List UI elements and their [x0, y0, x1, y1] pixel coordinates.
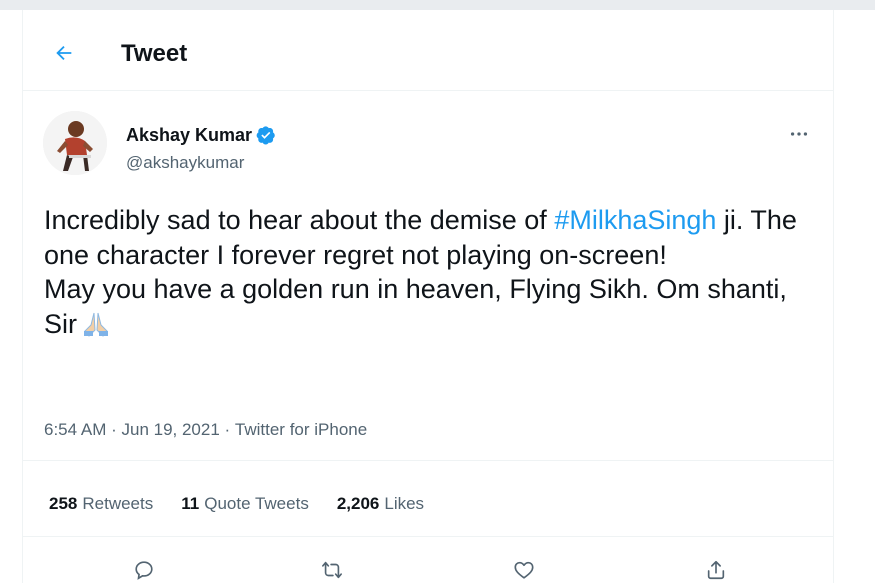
- arrow-left-icon: [56, 45, 72, 61]
- folded-hands-emoji: [81, 311, 111, 346]
- tweet-text-part: May you have a golden run in heaven, Fly…: [44, 274, 787, 339]
- like-button[interactable]: [509, 555, 539, 585]
- retweet-button[interactable]: [317, 555, 347, 585]
- hashtag-link[interactable]: #MilkhaSingh: [554, 205, 716, 235]
- avatar-image: [43, 111, 107, 175]
- retweet-icon: [322, 561, 342, 579]
- verified-badge-icon: [256, 126, 275, 145]
- retweets-count: 258: [49, 494, 78, 513]
- likes-count: 2,206: [336, 494, 380, 513]
- retweets-stat[interactable]: 258 Retweets: [49, 494, 153, 514]
- reply-icon: [135, 561, 153, 580]
- share-button[interactable]: [701, 555, 731, 585]
- author-name[interactable]: Akshay Kumar: [126, 124, 252, 146]
- tweet-stats: 258 Retweets 11 Quote Tweets 2,206 Likes: [49, 494, 452, 514]
- author-handle[interactable]: @akshaykumar: [126, 153, 244, 173]
- likes-stat[interactable]: 2,206 Likes: [337, 494, 424, 514]
- likes-label: Likes: [384, 494, 425, 513]
- reply-button[interactable]: [129, 555, 159, 585]
- tweet-meta: 6:54 AM · Jun 19, 2021 · Twitter for iPh…: [44, 420, 367, 440]
- meta-separator: ·: [219, 420, 235, 439]
- tweet-text-part: Incredibly sad to hear about the demise …: [44, 205, 555, 235]
- avatar[interactable]: [43, 111, 107, 175]
- more-options-button[interactable]: [785, 120, 813, 148]
- retweets-label: Retweets: [82, 494, 154, 513]
- share-icon: [707, 560, 725, 580]
- quote-tweets-label: Quote Tweets: [204, 494, 309, 513]
- page-title: Tweet: [121, 40, 188, 67]
- meta-separator: ·: [106, 420, 122, 439]
- more-dots-icon: [790, 132, 808, 136]
- tweet-time[interactable]: 6:54 AM: [44, 420, 106, 440]
- browser-top-strip: [0, 0, 875, 10]
- like-icon: [514, 561, 534, 579]
- back-button[interactable]: [49, 38, 79, 68]
- divider: [23, 536, 833, 537]
- tweet-date[interactable]: Jun 19, 2021: [121, 420, 219, 440]
- tweet-header: Tweet: [23, 10, 833, 91]
- tweet-text: Incredibly sad to hear about the demise …: [44, 203, 814, 345]
- tweet-column: Tweet Akshay Kumar @akshaykumar Incredib…: [22, 10, 834, 583]
- quote-tweets-stat[interactable]: 11 Quote Tweets: [181, 494, 309, 514]
- author-name-row[interactable]: Akshay Kumar: [126, 124, 276, 146]
- quote-tweets-count: 11: [181, 494, 200, 513]
- divider: [23, 460, 833, 461]
- tweet-source[interactable]: Twitter for iPhone: [235, 420, 367, 440]
